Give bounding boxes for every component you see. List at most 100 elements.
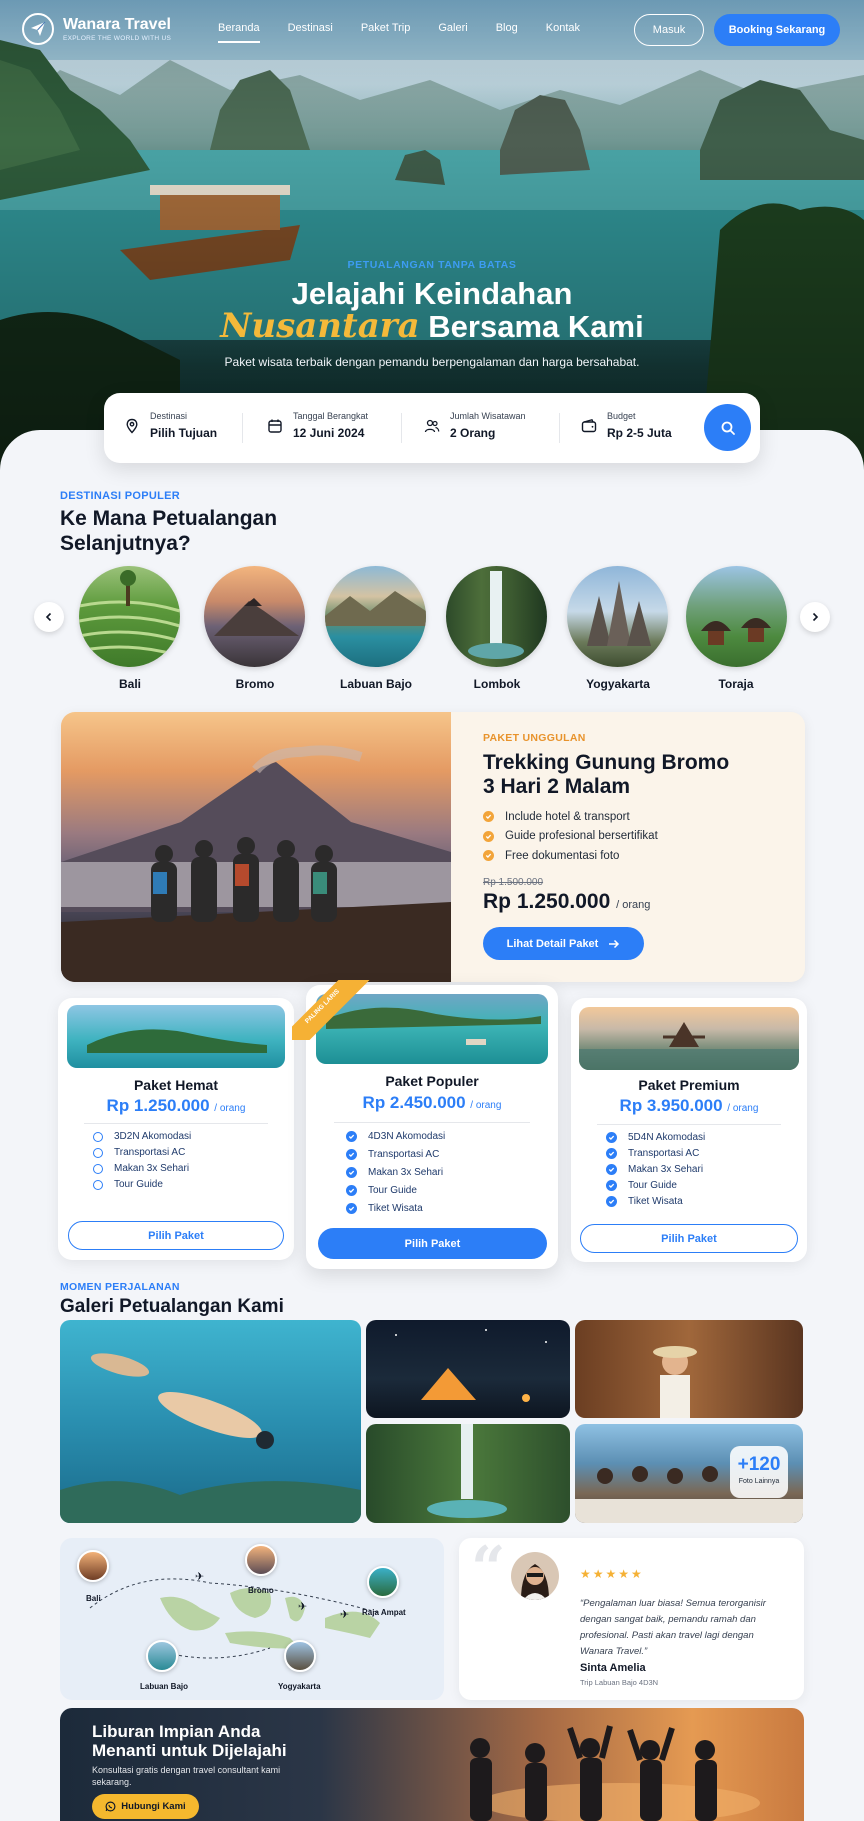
nav-item-paket-trip[interactable]: Paket Trip bbox=[361, 22, 411, 43]
more-photos-label: Foto Lainnya bbox=[738, 1478, 780, 1485]
cta-title: Liburan Impian Anda Menanti untuk Dijelaj… bbox=[92, 1722, 287, 1760]
hero-title-rest: Bersama Kami bbox=[419, 309, 644, 344]
destination-label-labuan-bajo[interactable]: Labuan Bajo bbox=[316, 677, 436, 691]
destination-label-bali[interactable]: Bali bbox=[70, 677, 190, 691]
cta-banner: Liburan Impian Anda Menanti untuk Dijelaj… bbox=[60, 1708, 804, 1821]
destination-image-yogyakarta[interactable] bbox=[567, 566, 668, 667]
check-circle-icon bbox=[346, 1167, 357, 1178]
nav-item-destinasi[interactable]: Destinasi bbox=[288, 22, 333, 43]
gallery-photo-snorkeling[interactable] bbox=[60, 1320, 361, 1523]
featured-price: Rp 1.250.000 / orang bbox=[483, 890, 650, 914]
budget-field[interactable]: Budget Rp 2-5 Juta bbox=[581, 411, 672, 440]
destination-image-bromo[interactable] bbox=[204, 566, 305, 667]
chevron-left-icon bbox=[45, 612, 52, 622]
package-price: Rp 3.950.000 / orang bbox=[571, 1096, 807, 1116]
check-circle-icon bbox=[606, 1132, 617, 1143]
featured-package-image bbox=[61, 712, 451, 982]
package-card-hemat: Paket Hemat Rp 1.250.000 / orang 3D2N Ak… bbox=[58, 998, 294, 1260]
map-pin-labuan-bajo[interactable] bbox=[146, 1640, 178, 1672]
choose-package-button[interactable]: Pilih Paket bbox=[318, 1228, 547, 1259]
check-circle-icon bbox=[93, 1179, 103, 1190]
list-item: Makan 3x Sehari bbox=[346, 1167, 443, 1178]
map-pin-icon bbox=[126, 418, 138, 434]
cta-subtitle: Konsultasi gratis dengan travel consulta… bbox=[92, 1765, 281, 1787]
booking-button[interactable]: Booking Sekarang bbox=[714, 14, 840, 46]
check-circle-icon bbox=[346, 1131, 357, 1142]
map-pin-bali[interactable] bbox=[77, 1550, 109, 1582]
check-circle-icon bbox=[606, 1148, 617, 1159]
more-photos-count: +120 bbox=[737, 1454, 781, 1475]
gallery-photo-camping[interactable] bbox=[366, 1320, 570, 1418]
nav-item-kontak[interactable]: Kontak bbox=[546, 22, 580, 43]
list-item: Tour Guide bbox=[93, 1179, 163, 1190]
featured-price-unit: / orang bbox=[616, 899, 651, 911]
next-destination-button[interactable] bbox=[800, 602, 830, 632]
prev-destination-button[interactable] bbox=[34, 602, 64, 632]
destination-image-lombok[interactable] bbox=[446, 566, 547, 667]
more-photos-badge[interactable]: +120 Foto Lainnya bbox=[730, 1446, 788, 1498]
destination-image-bali[interactable] bbox=[79, 566, 180, 667]
package-name: Paket Populer bbox=[385, 1073, 479, 1089]
destination-label: Destinasi bbox=[150, 411, 188, 421]
check-circle-icon bbox=[606, 1164, 617, 1175]
hero-title-script: Nusantara bbox=[220, 306, 420, 346]
check-circle-icon bbox=[606, 1196, 617, 1207]
quote-icon: “ bbox=[471, 1534, 506, 1604]
package-price-value: Rp 2.450.000 bbox=[362, 1093, 466, 1112]
list-item: Guide profesional bersertifikat bbox=[483, 827, 658, 847]
date-value: 12 Juni 2024 bbox=[293, 426, 365, 440]
brand-logo[interactable]: Wanara Travel EXPLORE THE WORLD WITH US bbox=[22, 13, 171, 45]
check-circle-icon bbox=[346, 1185, 357, 1196]
testimonial-trip: Trip Labuan Bajo 4D3N bbox=[580, 1678, 659, 1687]
nav-item-galeri[interactable]: Galeri bbox=[438, 22, 467, 43]
check-circle-icon bbox=[346, 1203, 357, 1214]
package-price-unit: / orang bbox=[470, 1100, 502, 1111]
check-circle-icon bbox=[93, 1131, 103, 1142]
login-button[interactable]: Masuk bbox=[634, 14, 704, 46]
gallery-photo-market[interactable] bbox=[575, 1320, 803, 1418]
budget-value: Rp 2-5 Juta bbox=[607, 426, 672, 440]
travelers-value: 2 Orang bbox=[450, 426, 496, 440]
route-map-card: ✈ ✈ ✈ Bali Bromo Raja Ampat Labuan Bajo … bbox=[60, 1538, 444, 1700]
map-label-bromo: Bromo bbox=[248, 1586, 274, 1595]
choose-package-button[interactable]: Pilih Paket bbox=[580, 1224, 798, 1253]
destination-label-toraja[interactable]: Toraja bbox=[676, 677, 796, 691]
destination-label-yogyakarta[interactable]: Yogyakarta bbox=[558, 677, 678, 691]
destination-label-bromo[interactable]: Bromo bbox=[195, 677, 315, 691]
nav-item-beranda[interactable]: Beranda bbox=[218, 22, 260, 43]
cta-title-line2: Menanti untuk Dijelajahi bbox=[92, 1741, 287, 1760]
chevron-right-icon bbox=[812, 612, 819, 622]
paper-plane-icon bbox=[22, 13, 54, 45]
travelers-field[interactable]: Jumlah Wisatawan 2 Orang bbox=[424, 411, 526, 440]
package-price-unit: / orang bbox=[214, 1103, 246, 1114]
map-label-raja-ampat: Raja Ampat bbox=[362, 1608, 406, 1617]
map-pin-raja-ampat[interactable] bbox=[367, 1566, 399, 1598]
testimonial-name: Sinta Amelia bbox=[580, 1662, 646, 1674]
map-pin-bromo[interactable] bbox=[245, 1544, 277, 1576]
package-image-hemat bbox=[67, 1005, 285, 1068]
wallet-icon bbox=[581, 419, 597, 433]
contact-us-button[interactable]: Hubungi Kami bbox=[92, 1794, 199, 1819]
view-package-detail-button[interactable]: Lihat Detail Paket bbox=[483, 927, 644, 960]
rating-stars: ★★★★★ bbox=[580, 1567, 644, 1581]
list-item: Tour Guide bbox=[606, 1180, 677, 1191]
check-circle-icon bbox=[93, 1147, 103, 1158]
package-price-value: Rp 1.250.000 bbox=[106, 1096, 210, 1115]
nav-item-blog[interactable]: Blog bbox=[496, 22, 518, 43]
list-item: 3D2N Akomodasi bbox=[93, 1131, 191, 1142]
destination-field[interactable]: Destinasi Pilih Tujuan bbox=[124, 411, 217, 440]
map-pin-yogyakarta[interactable] bbox=[284, 1640, 316, 1672]
users-icon bbox=[424, 419, 440, 433]
destination-image-toraja[interactable] bbox=[686, 566, 787, 667]
package-image-premium bbox=[579, 1007, 799, 1070]
list-item: 4D3N Akomodasi bbox=[346, 1131, 445, 1142]
destination-label-lombok[interactable]: Lombok bbox=[437, 677, 557, 691]
list-item: Include hotel & transport bbox=[483, 807, 658, 827]
gallery-eyebrow: MOMEN PERJALANAN bbox=[60, 1281, 180, 1293]
gallery-photo-waterfall[interactable] bbox=[366, 1424, 570, 1523]
destination-image-labuan-bajo[interactable] bbox=[325, 566, 426, 667]
testimonial-quote: “Pengalaman luar biasa! Semua terorganis… bbox=[580, 1598, 766, 1657]
date-field[interactable]: Tanggal Berangkat 12 Juni 2024 bbox=[267, 411, 368, 440]
search-button[interactable] bbox=[704, 404, 751, 451]
choose-package-button[interactable]: Pilih Paket bbox=[68, 1221, 284, 1250]
